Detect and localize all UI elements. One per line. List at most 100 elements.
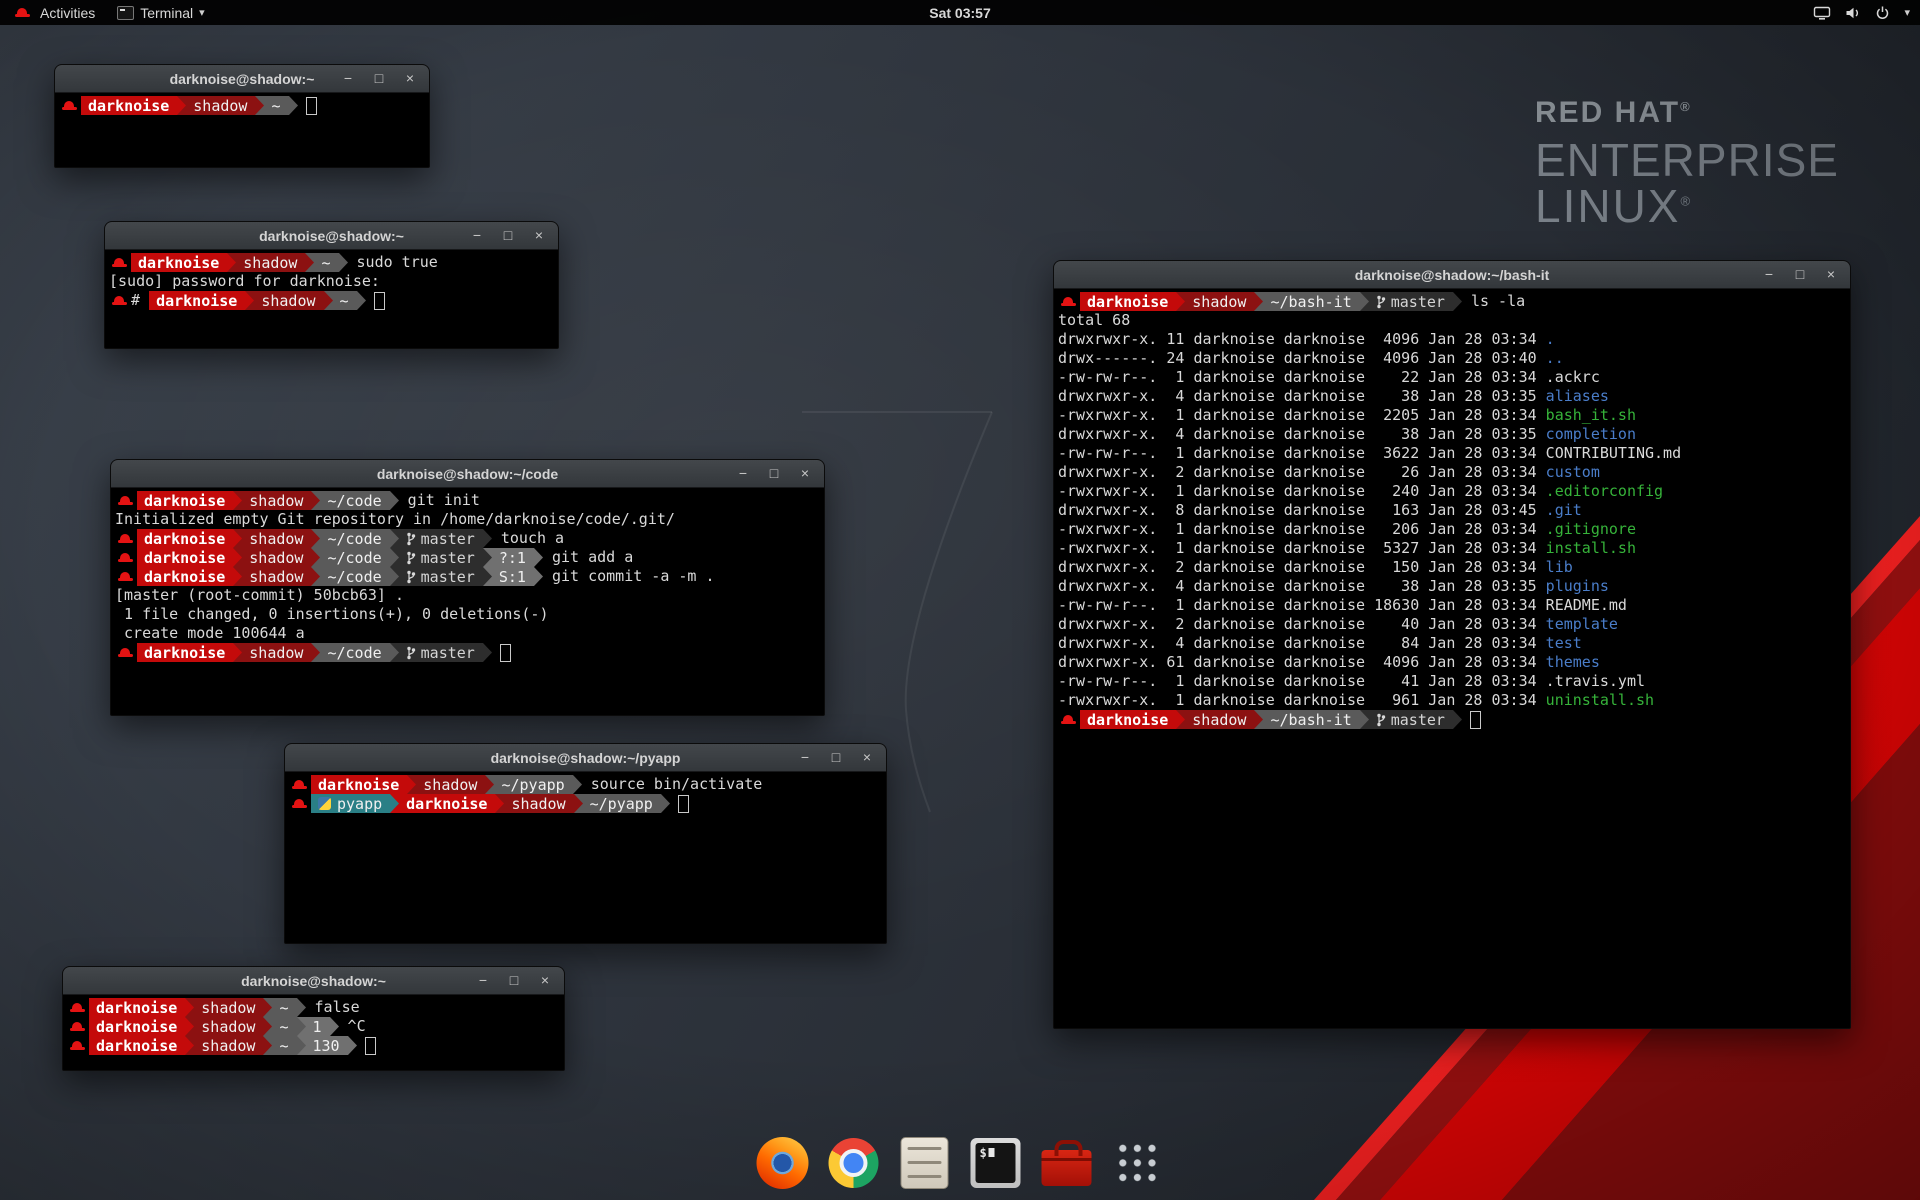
- powerline-separator: [1453, 292, 1462, 311]
- terminal-content[interactable]: darknoiseshadow~ falsedarknoiseshadow~1 …: [63, 995, 564, 1055]
- terminal-line: -rwxrwxr-x. 1 darknoise darknoise 961 Ja…: [1058, 691, 1850, 710]
- maximize-button[interactable]: □: [1793, 261, 1807, 288]
- maximize-button[interactable]: □: [507, 967, 521, 994]
- minimize-button[interactable]: −: [470, 222, 484, 249]
- terminal-line: darknoiseshadow~/codemasterS:1 git commi…: [115, 567, 824, 586]
- dock-icon-files[interactable]: [896, 1134, 954, 1192]
- powerline-separator: [185, 1017, 194, 1036]
- redhat-icon: [70, 1001, 85, 1015]
- prompt-segment-host: shadow: [236, 253, 305, 272]
- powerline-separator: [297, 1017, 306, 1036]
- terminal-line: -rw-rw-r--. 1 darknoise darknoise 22 Jan…: [1058, 368, 1850, 387]
- minimize-button[interactable]: −: [1762, 261, 1776, 288]
- window-titlebar[interactable]: darknoise@shadow:~ − □ ×: [63, 967, 564, 995]
- prompt-segment-host: shadow: [254, 291, 323, 310]
- dock-icon-toolbox[interactable]: [1038, 1134, 1096, 1192]
- terminal-content[interactable]: darknoiseshadow~/code git initInitialize…: [111, 488, 824, 662]
- terminal-text: sudo true: [348, 253, 438, 272]
- window-controls: − □ ×: [1762, 261, 1850, 288]
- dock-icon-app-grid[interactable]: [1109, 1134, 1167, 1192]
- close-button[interactable]: ×: [798, 460, 812, 487]
- prompt-segment-user: darknoise: [131, 253, 227, 272]
- terminal-text: drwxrwxr-x. 4 darknoise darknoise 38 Jan…: [1058, 577, 1546, 596]
- terminal-text: drwxrwxr-x. 11 darknoise darknoise 4096 …: [1058, 330, 1546, 349]
- redhat-icon: [1061, 713, 1076, 727]
- app-menu-terminal[interactable]: Terminal ▾: [107, 0, 214, 25]
- close-button[interactable]: ×: [1824, 261, 1838, 288]
- window-titlebar[interactable]: darknoise@shadow:~/pyapp − □ ×: [285, 744, 886, 772]
- app-menu-label: Terminal: [140, 5, 193, 21]
- terminal-line: darknoiseshadow~130: [67, 1036, 564, 1055]
- prompt-segment-venv: pyapp: [311, 794, 390, 813]
- terminal-window-pyapp: darknoise@shadow:~/pyapp − □ × darknoise…: [284, 743, 887, 944]
- powerline-separator: [483, 548, 492, 567]
- system-status-area[interactable]: ▾: [1813, 0, 1920, 25]
- window-titlebar[interactable]: darknoise@shadow:~/bash-it − □ ×: [1054, 261, 1850, 289]
- terminal-text: bash_it.sh: [1546, 406, 1636, 425]
- powerline-separator: [311, 491, 320, 510]
- terminal-text: git init: [399, 491, 480, 510]
- chevron-down-icon: ▾: [1904, 6, 1910, 19]
- close-button[interactable]: ×: [538, 967, 552, 994]
- terminal-window-exit-codes: darknoise@shadow:~ − □ × darknoiseshadow…: [62, 966, 565, 1071]
- prompt-segment-path: ~: [333, 291, 357, 310]
- terminal-text: lib: [1546, 558, 1573, 577]
- toolbox-icon: [1042, 1150, 1092, 1186]
- powerline-separator: [390, 567, 399, 586]
- maximize-button[interactable]: □: [501, 222, 515, 249]
- terminal-content[interactable]: darknoiseshadow~: [55, 93, 429, 115]
- terminal-line: [master (root-commit) 50bcb63] .: [115, 586, 824, 605]
- dock-icon-terminal[interactable]: $: [967, 1134, 1025, 1192]
- powerline-separator: [311, 529, 320, 548]
- terminal-text: completion: [1546, 425, 1636, 444]
- terminal-text: .gitignore: [1546, 520, 1636, 539]
- terminal-content[interactable]: darknoiseshadow~/bash-itmaster ls -latot…: [1054, 289, 1850, 729]
- dock-icon-firefox[interactable]: [754, 1134, 812, 1192]
- redhat-icon: [70, 1039, 85, 1053]
- close-button[interactable]: ×: [860, 744, 874, 771]
- maximize-button[interactable]: □: [767, 460, 781, 487]
- clock[interactable]: Sat 03:57: [929, 5, 990, 21]
- terminal-line: darknoiseshadow~/bash-itmaster ls -la: [1058, 292, 1850, 311]
- maximize-button[interactable]: □: [372, 65, 386, 92]
- terminal-line: darknoiseshadow~/pyapp source bin/activa…: [289, 775, 886, 794]
- minimize-button[interactable]: −: [798, 744, 812, 771]
- terminal-text: -rw-rw-r--. 1 darknoise darknoise 3622 J…: [1058, 444, 1681, 463]
- terminal-text: git add a: [543, 548, 633, 567]
- prompt-segment-path: ~: [264, 96, 288, 115]
- terminal-window-bash-it: darknoise@shadow:~/bash-it − □ × darknoi…: [1053, 260, 1851, 1029]
- window-controls: − □ ×: [476, 967, 564, 994]
- terminal-text: custom: [1546, 463, 1600, 482]
- terminal-line: pyappdarknoiseshadow~/pyapp: [289, 794, 886, 813]
- minimize-button[interactable]: −: [341, 65, 355, 92]
- terminal-line: drwxrwxr-x. 2 darknoise darknoise 40 Jan…: [1058, 615, 1850, 634]
- powerline-separator: [573, 775, 582, 794]
- redhat-icon: [118, 570, 133, 584]
- window-titlebar[interactable]: darknoise@shadow:~ − □ ×: [55, 65, 429, 93]
- power-icon: [1875, 5, 1890, 20]
- volume-icon: [1845, 6, 1861, 20]
- powerline-separator: [233, 491, 242, 510]
- window-titlebar[interactable]: darknoise@shadow:~ − □ ×: [105, 222, 558, 250]
- prompt-segment-path: ~/pyapp: [583, 794, 661, 813]
- close-button[interactable]: ×: [532, 222, 546, 249]
- prompt-segment-user: darknoise: [89, 1036, 185, 1055]
- dock-icon-chrome[interactable]: [825, 1134, 883, 1192]
- prompt-segment-path: ~/code: [320, 529, 389, 548]
- top-bar: Activities Terminal ▾ Sat 03:57 ▾: [0, 0, 1920, 25]
- minimize-button[interactable]: −: [476, 967, 490, 994]
- terminal-content[interactable]: darknoiseshadow~/pyapp source bin/activa…: [285, 772, 886, 813]
- terminal-content[interactable]: darknoiseshadow~ sudo true[sudo] passwor…: [105, 250, 558, 310]
- window-titlebar[interactable]: darknoise@shadow:~/code − □ ×: [111, 460, 824, 488]
- maximize-button[interactable]: □: [829, 744, 843, 771]
- powerline-separator: [311, 643, 320, 662]
- terminal-line: drwxrwxr-x. 2 darknoise darknoise 26 Jan…: [1058, 463, 1850, 482]
- powerline-separator: [185, 998, 194, 1017]
- prompt-segment-user: darknoise: [89, 998, 185, 1017]
- prompt-segment-host: shadow: [242, 491, 311, 510]
- minimize-button[interactable]: −: [736, 460, 750, 487]
- terminal-text: drwxrwxr-x. 4 darknoise darknoise 38 Jan…: [1058, 387, 1546, 406]
- terminal-text: source bin/activate: [582, 775, 763, 794]
- activities-button[interactable]: Activities: [0, 0, 107, 25]
- close-button[interactable]: ×: [403, 65, 417, 92]
